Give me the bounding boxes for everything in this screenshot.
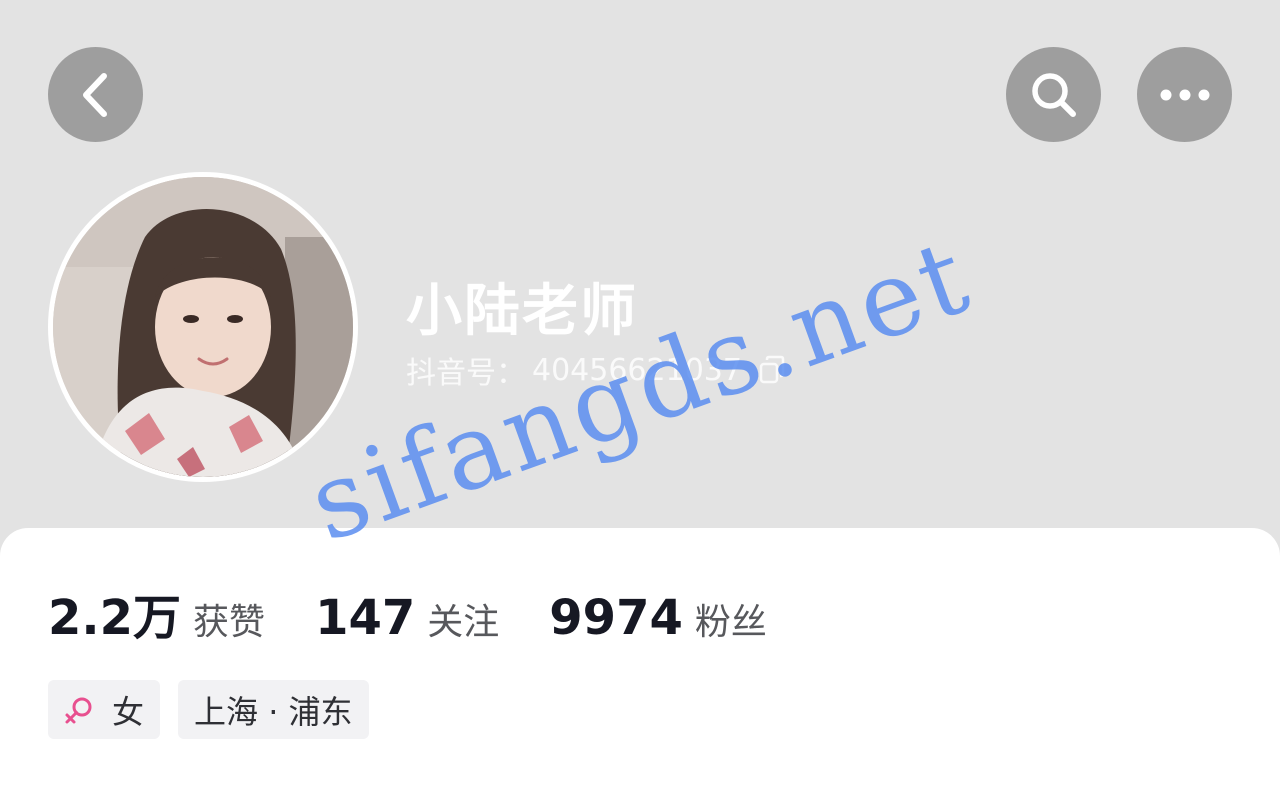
copy-icon[interactable] <box>758 355 786 385</box>
chevron-left-icon <box>76 70 116 120</box>
stat-likes-label: 获赞 <box>193 602 266 643</box>
profile-stats: 2.2万 获赞 147 关注 9974 粉丝 <box>48 578 817 648</box>
female-icon <box>64 695 94 725</box>
stat-following-label: 关注 <box>427 602 500 643</box>
douyin-id-label: 抖音号： <box>406 356 526 391</box>
stat-followers-value: 9974 <box>549 590 683 646</box>
stat-followers[interactable]: 9974 粉丝 <box>549 590 767 646</box>
stat-likes[interactable]: 2.2万 获赞 <box>48 578 265 648</box>
avatar[interactable] <box>48 172 358 482</box>
location-tag: 上海 · 浦东 <box>178 680 369 739</box>
nickname: 小陆老师 <box>406 279 638 344</box>
stat-followers-label: 粉丝 <box>694 602 767 643</box>
gender-tag: 女 <box>48 680 161 739</box>
profile-page: 小陆老师 抖音号： 40456621037 2.2万 获赞 147 关注 997… <box>0 0 1280 789</box>
gender-label: 女 <box>112 692 145 731</box>
profile-tags: 女 上海 · 浦东 <box>48 680 369 739</box>
stat-following[interactable]: 147 关注 <box>315 590 499 646</box>
more-button[interactable] <box>1137 47 1232 142</box>
search-button[interactable] <box>1006 47 1101 142</box>
search-icon <box>1028 69 1080 121</box>
stat-likes-value: 2.2万 <box>48 590 182 646</box>
profile-info-sheet <box>0 528 1280 789</box>
douyin-id-value: 40456621037 <box>532 352 742 388</box>
douyin-id[interactable]: 抖音号： 40456621037 <box>406 348 786 392</box>
avatar-image <box>53 177 353 477</box>
more-horizontal-icon <box>1159 88 1211 102</box>
location-label: 上海 · 浦东 <box>194 692 353 731</box>
back-button[interactable] <box>48 47 143 142</box>
stat-following-value: 147 <box>315 590 416 646</box>
